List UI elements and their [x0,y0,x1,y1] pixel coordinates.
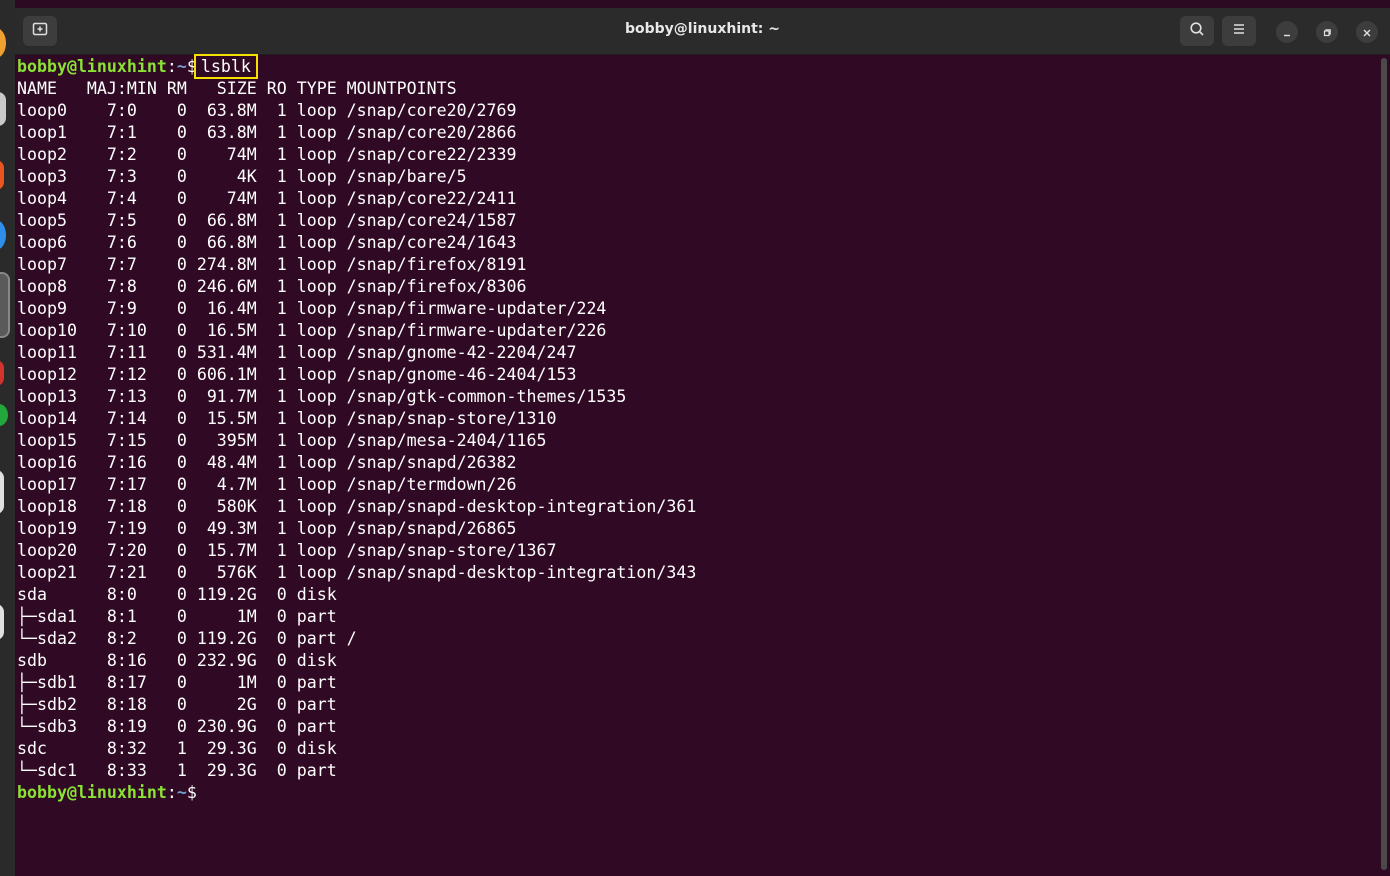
output-line: loop13 7:13 0 91.7M 1 loop /snap/gtk-com… [17,387,627,406]
output-line: └─sda2 8:2 0 119.2G 0 part / [17,629,357,648]
output-line: loop4 7:4 0 74M 1 loop /snap/core22/2411 [17,189,517,208]
output-line: loop20 7:20 0 15.7M 1 loop /snap/snap-st… [17,541,557,560]
search-button[interactable] [1180,16,1214,46]
prompt-path: ~ [176,783,187,802]
dock-app-icon[interactable] [0,160,4,190]
output-line: loop9 7:9 0 16.4M 1 loop /snap/firmware-… [17,299,607,318]
output-line: loop10 7:10 0 16.5M 1 loop /snap/firmwar… [17,321,607,340]
output-line: └─sdb3 8:19 0 230.9G 0 part [17,717,337,736]
restore-icon [1322,23,1332,42]
output-line: sdb 8:16 0 232.9G 0 disk [17,651,337,670]
prompt-line: bobby@linuxhint:~$ [17,783,197,802]
output-line: sda 8:0 0 119.2G 0 disk [17,585,337,604]
output-line: ├─sdb2 8:18 0 2G 0 part [17,695,337,714]
output-line: loop18 7:18 0 580K 1 loop /snap/snapd-de… [17,497,697,516]
output-line: loop16 7:16 0 48.4M 1 loop /snap/snapd/2… [17,453,517,472]
prompt-symbol: $ [186,57,197,76]
output-line: loop15 7:15 0 395M 1 loop /snap/mesa-240… [17,431,547,450]
prompt-symbol: $ [186,783,197,802]
output-line: loop1 7:1 0 63.8M 1 loop /snap/core20/28… [17,123,517,142]
menu-button[interactable] [1222,16,1256,46]
hamburger-menu-icon [1231,21,1247,41]
titlebar: bobby@linuxhint: ~ [15,8,1390,55]
prompt-user: bobby@linuxhint [17,783,167,802]
dock-app-icon[interactable] [0,360,4,386]
close-button[interactable] [1356,21,1378,43]
output-line: loop5 7:5 0 66.8M 1 loop /snap/core24/15… [17,211,517,230]
output-line: └─sdc1 8:33 1 29.3G 0 part [17,761,337,780]
output-line: loop14 7:14 0 15.5M 1 loop /snap/snap-st… [17,409,557,428]
output-line: loop0 7:0 0 63.8M 1 loop /snap/core20/27… [17,101,517,120]
output-line: loop8 7:8 0 246.6M 1 loop /snap/firefox/… [17,277,527,296]
output-line: sdc 8:32 1 29.3G 0 disk [17,739,337,758]
search-icon [1189,21,1205,41]
output-line: loop21 7:21 0 576K 1 loop /snap/snapd-de… [17,563,697,582]
output-line: loop6 7:6 0 66.8M 1 loop /snap/core24/16… [17,233,517,252]
dock-app-icon[interactable] [0,28,6,58]
prompt-path: ~ [176,57,187,76]
terminal-output[interactable]: bobby@linuxhint:~$ lsblk NAME MAJ:MIN RM … [17,54,1377,876]
minimize-icon [1282,23,1292,42]
output-line: loop17 7:17 0 4.7M 1 loop /snap/termdown… [17,475,517,494]
output-line: loop12 7:12 0 606.1M 1 loop /snap/gnome-… [17,365,577,384]
prompt-user: bobby@linuxhint [17,57,167,76]
output-line: loop3 7:3 0 4K 1 loop /snap/bare/5 [17,167,467,186]
dock-app-icon[interactable] [0,604,4,640]
dock-app-icon[interactable] [0,272,10,338]
close-icon [1362,23,1372,42]
command-line: bobby@linuxhint:~$ lsblk [17,54,1377,79]
scrollbar[interactable] [1381,58,1387,870]
dock-app-icon[interactable] [0,220,6,250]
output-line: ├─sda1 8:1 0 1M 0 part [17,607,337,626]
output-line: NAME MAJ:MIN RM SIZE RO TYPE MOUNTPOINTS [17,79,457,98]
output-line: loop11 7:11 0 531.4M 1 loop /snap/gnome-… [17,343,577,362]
terminal-window: bobby@linuxhint: ~ bobby@linuxhint:~$ ls… [15,8,1390,876]
command-output: NAME MAJ:MIN RM SIZE RO TYPE MOUNTPOINTS… [17,78,1377,782]
output-line: loop2 7:2 0 74M 1 loop /snap/core22/2339 [17,145,517,164]
dock [0,0,15,876]
minimize-button[interactable] [1276,21,1298,43]
output-line: ├─sdb1 8:17 0 1M 0 part [17,673,337,692]
highlighted-command: lsblk [193,54,258,79]
output-line: loop19 7:19 0 49.3M 1 loop /snap/snapd/2… [17,519,517,538]
output-line: loop7 7:7 0 274.8M 1 loop /snap/firefox/… [17,255,527,274]
restore-button[interactable] [1316,21,1338,43]
dock-app-icon[interactable] [0,404,8,426]
dock-app-icon[interactable] [0,470,4,514]
dock-app-icon[interactable] [0,92,6,126]
